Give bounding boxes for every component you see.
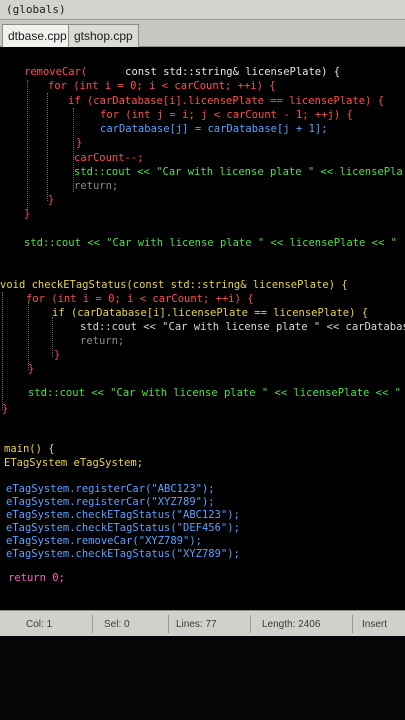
status-lines-label: Lines:	[176, 619, 203, 630]
status-col-label: Col:	[26, 619, 44, 630]
code-cout-not-found: std::cout << "Car with license plate " <…	[24, 237, 397, 249]
code-line: eTagSystem.registerCar("ABC123");	[6, 483, 215, 496]
status-length-label: Length:	[262, 619, 296, 630]
code-for-outer: for (int i = 0; i < carCount; ++i) {	[48, 80, 276, 92]
code-line: void checkETagStatus(const std::string& …	[0, 279, 348, 292]
status-col-value: 1	[46, 619, 53, 630]
status-lines-value: 77	[205, 619, 217, 630]
brace: }	[76, 137, 83, 149]
code-line: }	[2, 403, 8, 416]
code-line: std::cout << "Car with license plate " <…	[80, 321, 405, 334]
code-decrement: carCount--;	[74, 152, 144, 164]
fn-check-sig: void checkETagStatus(const std::string& …	[0, 279, 348, 291]
code-line: ETagSystem eTagSystem;	[4, 457, 143, 470]
status-length: Length: 2406	[262, 619, 320, 630]
brace: }	[28, 363, 35, 375]
status-insert-mode[interactable]: Insert	[362, 619, 387, 630]
code-line: eTagSystem.checkETagStatus("DEF456");	[6, 522, 240, 535]
status-lines: Lines: 77	[176, 619, 217, 630]
code-line: return 0;	[8, 572, 65, 585]
code-line: }	[54, 349, 60, 362]
indent-guide	[52, 317, 53, 357]
code-line: eTagSystem.checkETagStatus("ABC123");	[6, 509, 240, 522]
status-sel-label: Sel:	[104, 619, 122, 630]
code-call-check-1: eTagSystem.checkETagStatus("ABC123");	[6, 509, 240, 521]
status-divider	[168, 615, 169, 633]
code-call-remove: eTagSystem.removeCar("XYZ789");	[6, 535, 202, 547]
file-tab-bar: dtbase.cpp gtshop.cpp	[0, 20, 405, 47]
status-divider	[92, 615, 93, 633]
code-line: if (carDatabase[i].licensePlate == licen…	[68, 95, 384, 108]
indent-guide	[28, 302, 29, 370]
code-call-check-3: eTagSystem.checkETagStatus("XYZ789");	[6, 548, 240, 560]
code-line: }	[24, 208, 30, 221]
code-line: carCount--;	[74, 152, 144, 165]
code-return-zero: return 0;	[8, 572, 65, 584]
tab-label: dtbase.cpp	[8, 29, 67, 43]
code-line: }	[76, 137, 82, 150]
code-system-decl: ETagSystem eTagSystem;	[4, 457, 144, 469]
code-line: }	[48, 194, 54, 207]
code-line: }	[28, 363, 34, 376]
indent-guide	[47, 93, 48, 201]
code-if-match: if (carDatabase[i].licensePlate == licen…	[68, 95, 385, 107]
code-line: carDatabase[j] = carDatabase[j + 1];	[100, 123, 328, 136]
code-line: for (int j = i; j < carCount - 1; ++j) {	[100, 109, 353, 122]
brace: }	[54, 349, 61, 361]
code-cout-not-found-b: std::cout << "Car with license plate " <…	[28, 387, 405, 399]
brace: }	[48, 194, 55, 206]
code-line: std::cout << "Car with license plate " <…	[74, 166, 403, 179]
code-line: eTagSystem.removeCar("XYZ789");	[6, 535, 202, 548]
scope-label: (globals)	[6, 3, 66, 16]
code-check-if: if (carDatabase[i].licensePlate == licen…	[52, 307, 369, 319]
status-sel: Sel: 0	[104, 619, 130, 630]
scope-selector[interactable]: (globals)	[0, 0, 405, 20]
code-call-check-2: eTagSystem.checkETagStatus("DEF456");	[6, 522, 240, 534]
code-line: main() {	[4, 443, 55, 456]
status-col: Col: 1	[26, 619, 52, 630]
code-line: std::cout << "Car with license plate " <…	[28, 387, 405, 400]
status-divider	[250, 615, 251, 633]
status-sel-value: 0	[124, 619, 130, 630]
code-for-inner: for (int j = i; j < carCount - 1; ++j) {	[100, 109, 353, 121]
code-cout-removed: std::cout << "Car with license plate " <…	[74, 166, 403, 178]
code-line: eTagSystem.registerCar("XYZ789");	[6, 496, 215, 509]
fn-remove-name: removeCar(	[24, 66, 88, 78]
code-call-register-1: eTagSystem.registerCar("ABC123");	[6, 483, 215, 495]
code-line: if (carDatabase[i].licensePlate == licen…	[52, 307, 368, 320]
brace: }	[2, 403, 9, 415]
code-return: return;	[74, 180, 119, 192]
indent-guide	[2, 292, 3, 410]
fn-main-sig: main() {	[4, 443, 55, 455]
code-line: for (int i = 0; i < carCount; ++i) {	[26, 293, 254, 306]
code-line: removeCar( const std::string& licensePla…	[24, 66, 340, 79]
status-divider	[352, 615, 353, 633]
monitor-bezel	[0, 636, 405, 720]
code-check-return: return;	[80, 335, 125, 347]
code-assign: carDatabase[j] = carDatabase[j + 1];	[100, 123, 328, 135]
code-line: return;	[80, 335, 124, 348]
status-bar: Col: 1 Sel: 0 Lines: 77 Length: 2406 Ins…	[0, 610, 405, 636]
code-line: for (int i = 0; i < carCount; ++i) {	[48, 80, 276, 93]
code-line: eTagSystem.checkETagStatus("XYZ789");	[6, 548, 240, 561]
status-length-value: 2406	[298, 619, 321, 630]
code-check-cout: std::cout << "Car with license plate " <…	[80, 321, 405, 333]
code-line: std::cout << "Car with license plate " <…	[24, 237, 397, 250]
fn-remove-params: const std::string& licensePlate) {	[125, 66, 341, 78]
code-editor[interactable]: removeCar( const std::string& licensePla…	[0, 47, 405, 610]
tab-label: gtshop.cpp	[74, 29, 133, 43]
tab-gtshop[interactable]: gtshop.cpp	[68, 24, 139, 47]
code-check-for: for (int i = 0; i < carCount; ++i) {	[26, 293, 254, 305]
tab-dtbase[interactable]: dtbase.cpp	[2, 24, 73, 47]
code-call-register-2: eTagSystem.registerCar("XYZ789");	[6, 496, 215, 508]
indent-guide	[27, 80, 28, 210]
code-line: return;	[74, 180, 118, 193]
brace: }	[24, 208, 31, 220]
